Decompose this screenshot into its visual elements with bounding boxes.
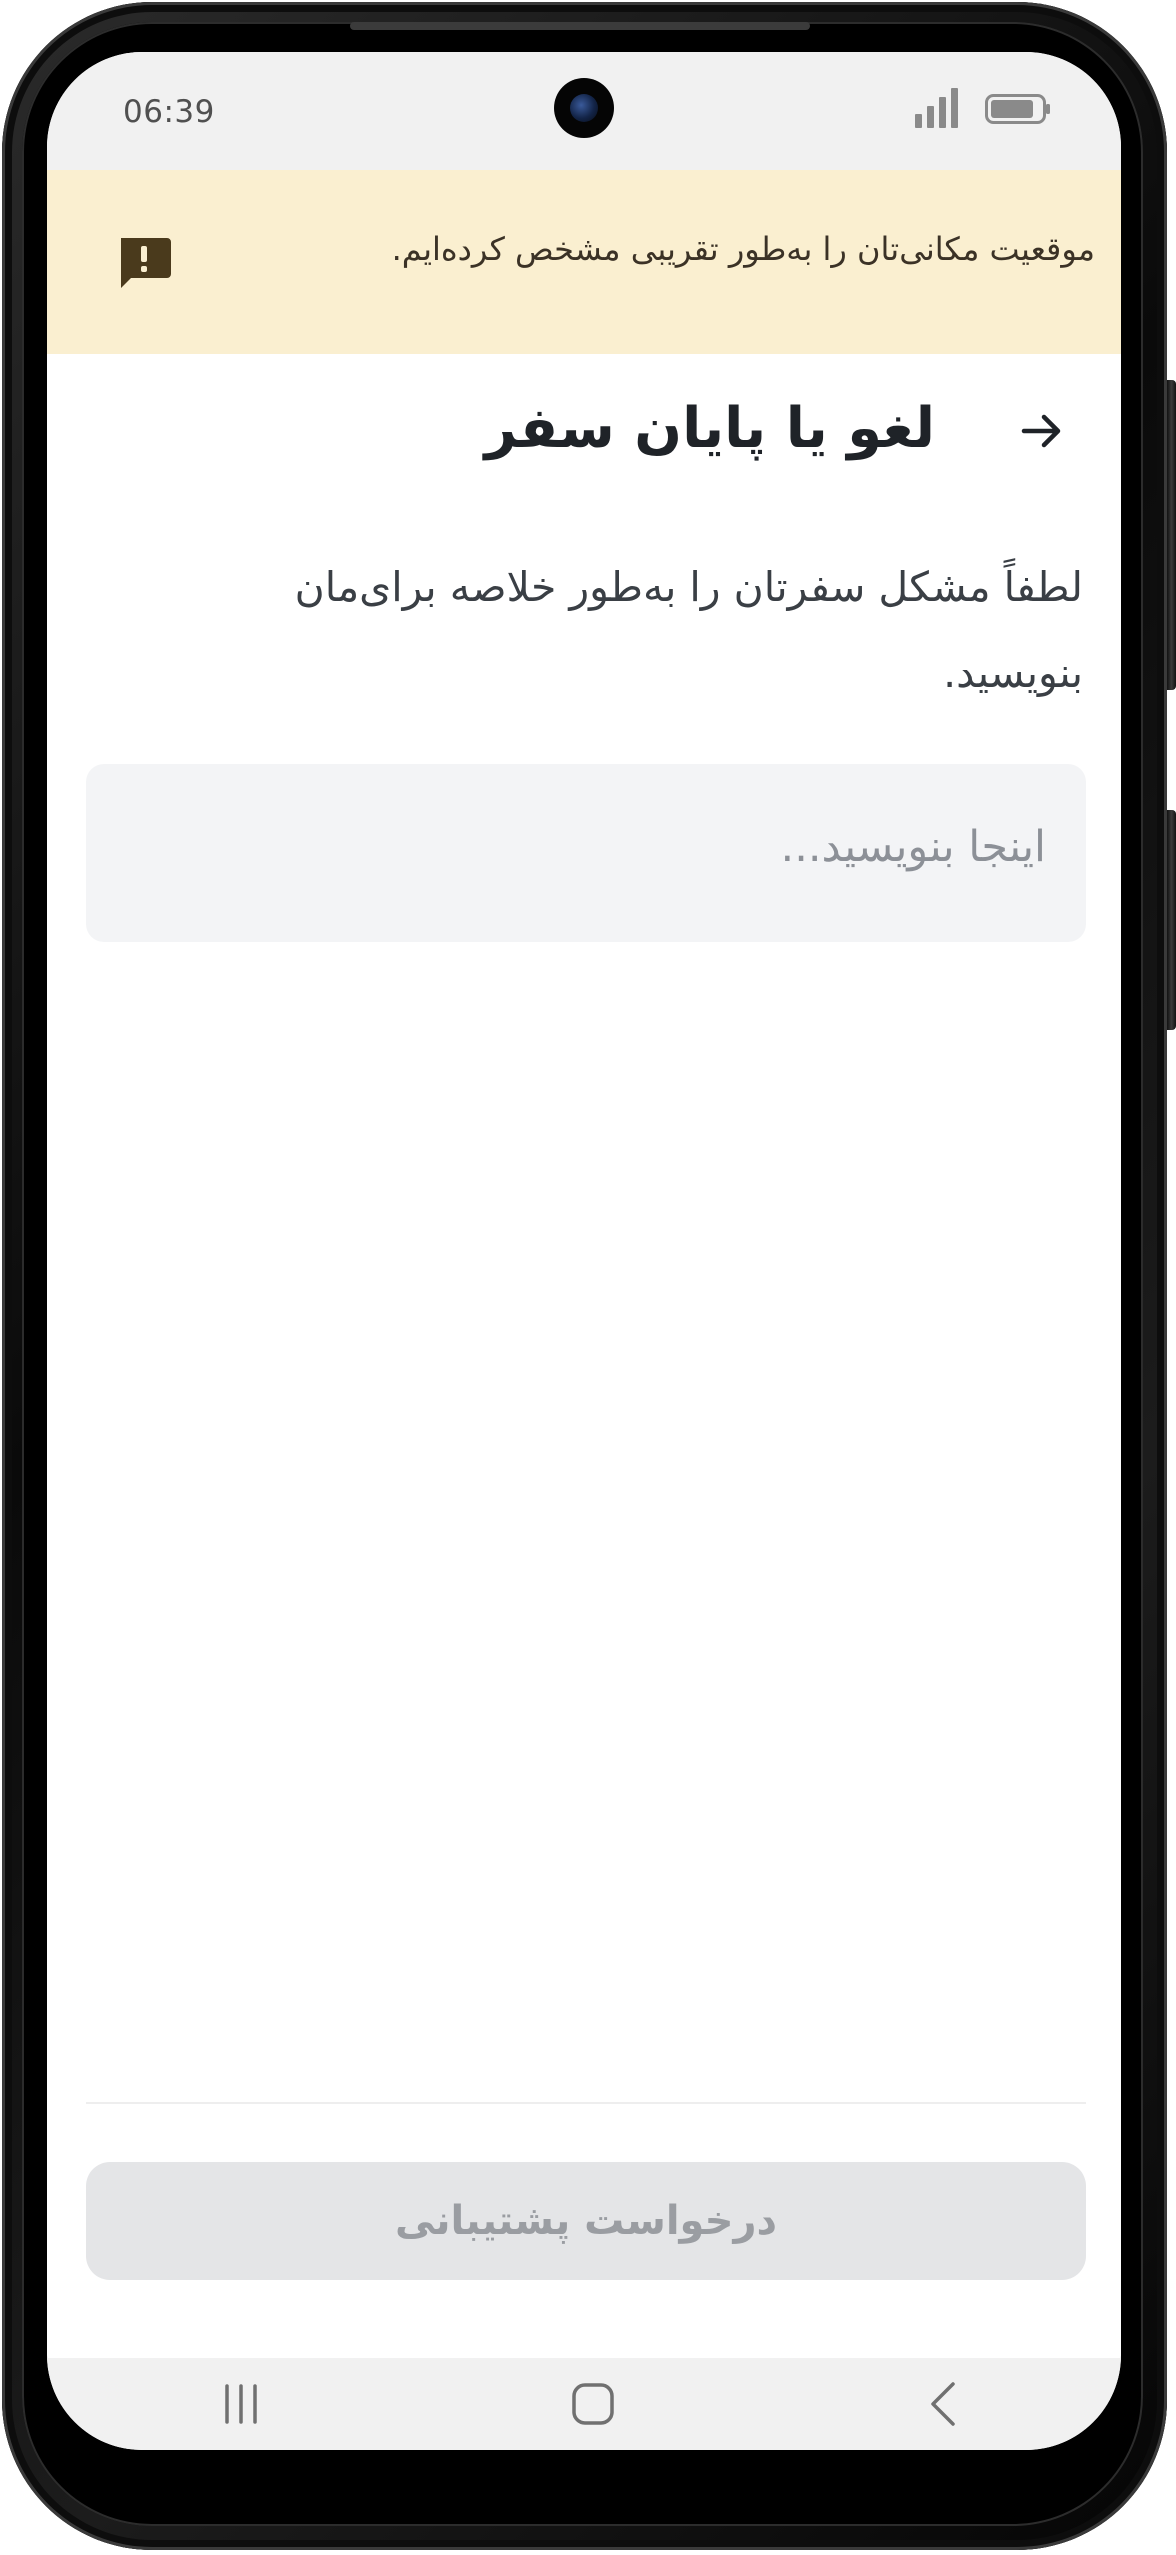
phone-frame: 06:39 موقعیت مکانی‌تان را به‌طور تقریبی … xyxy=(0,0,1176,2555)
app-header: لغو یا پایان سفر xyxy=(47,354,1121,504)
status-bar: 06:39 xyxy=(47,52,1121,170)
support-request-button[interactable]: درخواست پشتیبانی xyxy=(86,2162,1086,2280)
system-navigation-bar xyxy=(47,2358,1121,2450)
back-icon xyxy=(931,2382,955,2426)
screen: 06:39 موقعیت مکانی‌تان را به‌طور تقریبی … xyxy=(47,52,1121,2450)
problem-description-input[interactable] xyxy=(86,764,1086,942)
page-title: لغو یا پایان سفر xyxy=(484,396,935,461)
signal-icon xyxy=(915,88,958,128)
volume-button xyxy=(1167,380,1176,690)
battery-icon xyxy=(985,94,1050,124)
front-camera xyxy=(554,78,614,138)
system-back-button[interactable] xyxy=(913,2374,973,2434)
status-time: 06:39 xyxy=(123,94,215,130)
home-icon xyxy=(572,2383,614,2425)
instruction-text: لطفاً مشکل سفرتان را به‌طور خلاصه برای‌م… xyxy=(294,563,1083,697)
arrow-right-icon xyxy=(1021,414,1061,448)
home-button[interactable] xyxy=(563,2374,623,2434)
feedback-alert-icon xyxy=(121,238,171,288)
bottom-divider xyxy=(86,2102,1086,2104)
location-notice-banner: موقعیت مکانی‌تان را به‌طور تقریبی مشخص ک… xyxy=(47,170,1121,354)
back-button[interactable] xyxy=(1011,400,1073,462)
location-notice-text: موقعیت مکانی‌تان را به‌طور تقریبی مشخص ک… xyxy=(391,230,1095,268)
earpiece-slit xyxy=(350,22,810,30)
power-button xyxy=(1167,810,1176,1030)
recents-icon xyxy=(225,2384,257,2424)
recents-button[interactable] xyxy=(211,2374,271,2434)
